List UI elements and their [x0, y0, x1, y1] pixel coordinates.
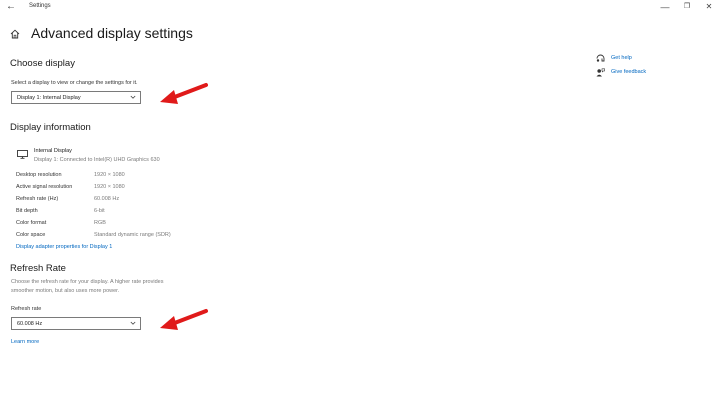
refresh-rate-description-line2: smoother motion, but also uses more powe…: [11, 288, 120, 294]
annotation-arrow-refresh-rate: [160, 309, 208, 330]
annotation-arrow-display: [160, 83, 208, 104]
back-arrow-icon[interactable]: ←: [6, 1, 16, 12]
monitor-name: Internal Display: [34, 148, 72, 154]
close-button[interactable]: ✕: [702, 1, 716, 13]
info-label: Refresh rate (Hz): [16, 196, 59, 202]
monitor-connection: Display 1: Connected to Intel(R) UHD Gra…: [34, 157, 160, 163]
give-feedback-link[interactable]: Give feedback: [611, 69, 646, 75]
info-label: Active signal resolution: [16, 184, 73, 190]
info-label: Color space: [16, 232, 46, 238]
info-row-color-space: Color space Standard dynamic range (SDR): [16, 232, 316, 241]
info-row-active-signal-resolution: Active signal resolution 1920 × 1080: [16, 184, 316, 193]
info-label: Bit depth: [16, 208, 38, 214]
choose-display-instruction: Select a display to view or change the s…: [11, 80, 138, 86]
info-value: 1920 × 1080: [94, 172, 125, 178]
info-value: 6-bit: [94, 208, 105, 214]
learn-more-link[interactable]: Learn more: [11, 339, 39, 345]
give-feedback-icon[interactable]: [596, 68, 605, 77]
page-title: Advanced display settings: [31, 25, 193, 41]
info-row-desktop-resolution: Desktop resolution 1920 × 1080: [16, 172, 316, 181]
refresh-rate-field-label: Refresh rate: [11, 306, 42, 312]
get-help-icon[interactable]: [596, 54, 605, 63]
info-row-refresh-rate: Refresh rate (Hz) 60.008 Hz: [16, 196, 316, 205]
info-label: Desktop resolution: [16, 172, 62, 178]
maximize-button[interactable]: ❐: [680, 1, 694, 13]
info-value: 60.008 Hz: [94, 196, 120, 202]
info-value: 1920 × 1080: [94, 184, 125, 190]
get-help-link[interactable]: Get help: [611, 55, 632, 61]
monitor-icon: [17, 150, 28, 159]
display-select-dropdown[interactable]: Display 1: Internal Display: [11, 91, 141, 104]
info-label: Color format: [16, 220, 47, 226]
display-adapter-properties-link[interactable]: Display adapter properties for Display 1: [16, 244, 112, 250]
refresh-rate-heading: Refresh Rate: [10, 263, 66, 274]
chevron-down-icon: [130, 321, 136, 325]
info-value: RGB: [94, 220, 106, 226]
display-info-heading: Display information: [10, 122, 91, 133]
refresh-rate-dropdown[interactable]: 60.008 Hz: [11, 317, 141, 330]
window-title: Settings: [29, 3, 51, 9]
info-value: Standard dynamic range (SDR): [94, 232, 171, 238]
refresh-rate-value: 60.008 Hz: [17, 320, 43, 327]
home-icon[interactable]: [10, 29, 20, 39]
info-row-color-format: Color format RGB: [16, 220, 316, 229]
minimize-button[interactable]: —: [658, 1, 672, 13]
refresh-rate-description-line1: Choose the refresh rate for your display…: [11, 279, 164, 285]
chevron-down-icon: [130, 95, 136, 99]
title-bar: ← Settings — ❐ ✕: [0, 0, 720, 16]
info-row-bit-depth: Bit depth 6-bit: [16, 208, 316, 217]
choose-display-heading: Choose display: [10, 58, 75, 69]
display-select-value: Display 1: Internal Display: [17, 94, 81, 101]
